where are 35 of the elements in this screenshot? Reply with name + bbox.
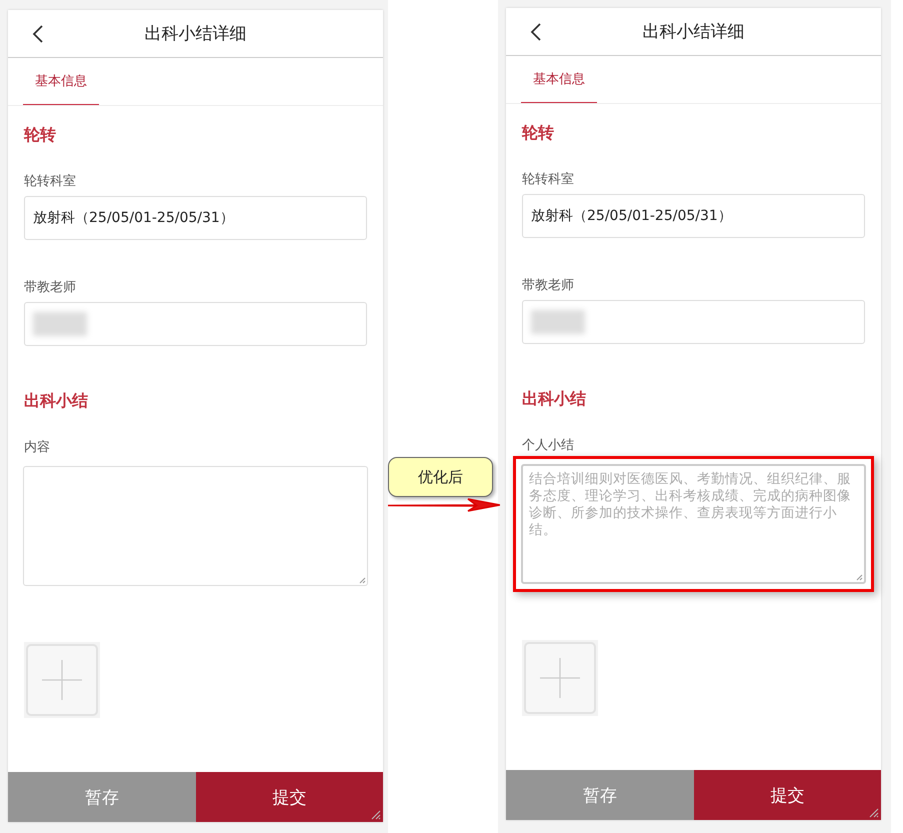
field-label: 带教老师 [24, 280, 77, 296]
plus-icon [42, 660, 82, 700]
section-heading: 出科小结 [24, 390, 89, 412]
field-label: 内容 [24, 440, 51, 456]
plus-icon [540, 658, 580, 698]
tab[interactable]: 基本信息 [521, 56, 597, 103]
back-icon[interactable] [32, 25, 44, 43]
resize-grip-icon [867, 806, 879, 818]
field-label: 个人小结 [522, 438, 575, 454]
section-heading: 轮转 [522, 122, 555, 144]
blurred-name [531, 310, 585, 334]
input-field[interactable]: 放射科（25/05/01-25/05/31） [24, 196, 367, 240]
add-image-button[interactable] [524, 642, 596, 714]
tab[interactable]: 基本信息 [23, 58, 99, 105]
footer-button[interactable]: 提交 [694, 770, 881, 820]
section-heading: 轮转 [24, 124, 57, 146]
resize-grip-icon [359, 577, 366, 584]
footer-button[interactable]: 提交 [196, 772, 383, 822]
back-icon[interactable] [530, 23, 542, 41]
blurred-name [33, 312, 87, 336]
section-heading: 出科小结 [522, 388, 587, 410]
field-label: 带教老师 [522, 278, 575, 294]
arrow-icon [388, 497, 500, 513]
input-field[interactable]: 放射科（25/05/01-25/05/31） [522, 194, 865, 238]
text-area[interactable] [23, 466, 368, 586]
resize-grip-icon [856, 574, 863, 581]
page-title: 出科小结详细 [642, 21, 744, 43]
field-label: 轮转科室 [522, 172, 575, 188]
add-image-button[interactable] [26, 644, 98, 716]
field-label: 轮转科室 [24, 174, 77, 190]
callout-label: 优化后 [388, 457, 493, 497]
input-field[interactable] [24, 302, 367, 346]
page-title: 出科小结详细 [144, 23, 246, 45]
resize-grip-icon [369, 808, 381, 820]
input-field[interactable] [522, 300, 865, 344]
